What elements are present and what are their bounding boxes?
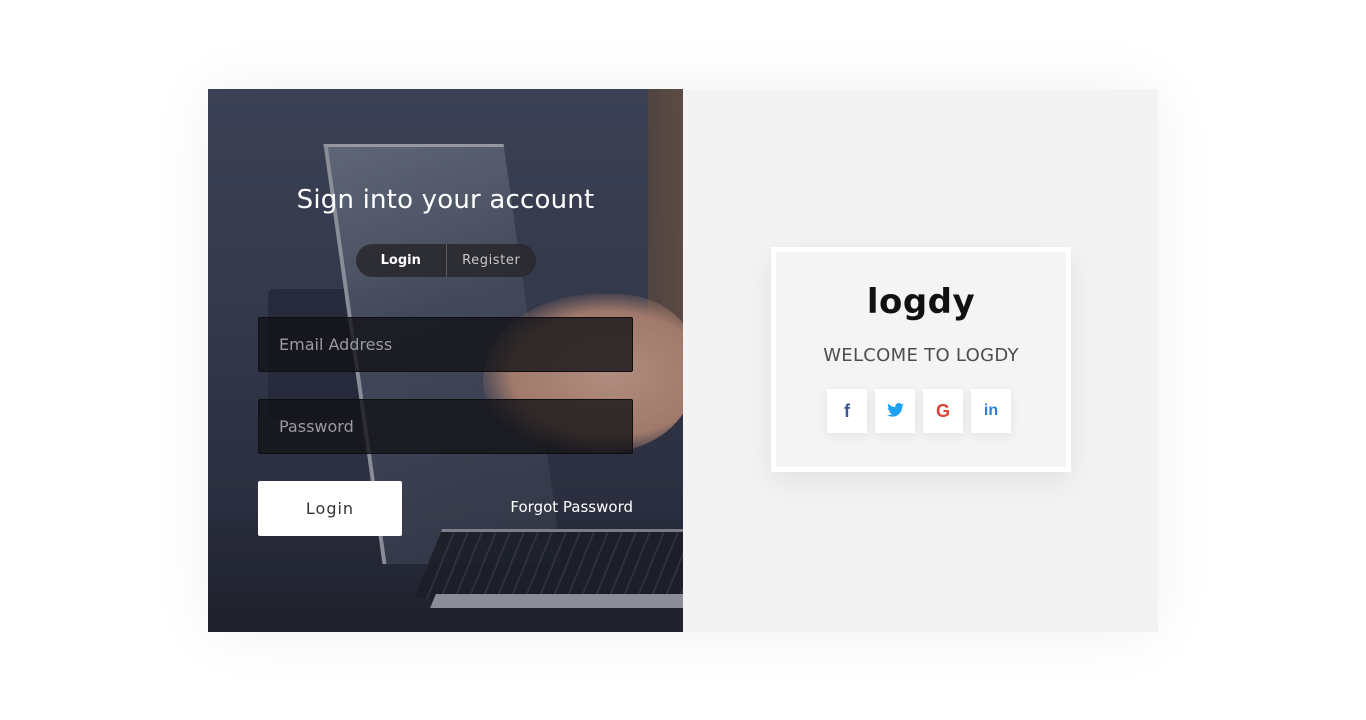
email-field[interactable] [258,317,633,372]
background-photo: Sign into your account Login Register Lo… [208,89,683,632]
login-card: Sign into your account Login Register Lo… [208,89,1158,632]
login-button[interactable]: Login [258,481,402,536]
welcome-box: logdy WELCOME TO LOGDY f G in [771,247,1071,472]
facebook-button[interactable]: f [827,389,867,433]
social-buttons: f G in [827,389,1011,433]
facebook-icon: f [844,400,850,421]
logdy-logo: logdy [866,282,976,322]
twitter-button[interactable] [875,389,915,433]
auth-tab-switch: Login Register [356,244,536,277]
tab-login[interactable]: Login [356,244,447,277]
welcome-heading: WELCOME TO LOGDY [823,345,1019,366]
signin-title: Sign into your account [296,185,595,215]
google-icon: G [935,400,950,421]
linkedin-button[interactable]: in [971,389,1011,433]
google-button[interactable]: G [923,389,963,433]
password-field[interactable] [258,399,633,454]
forgot-password-link[interactable]: Forgot Password [498,498,633,516]
linkedin-icon: in [983,402,999,419]
twitter-icon [886,401,904,422]
tab-register[interactable]: Register [447,244,537,277]
